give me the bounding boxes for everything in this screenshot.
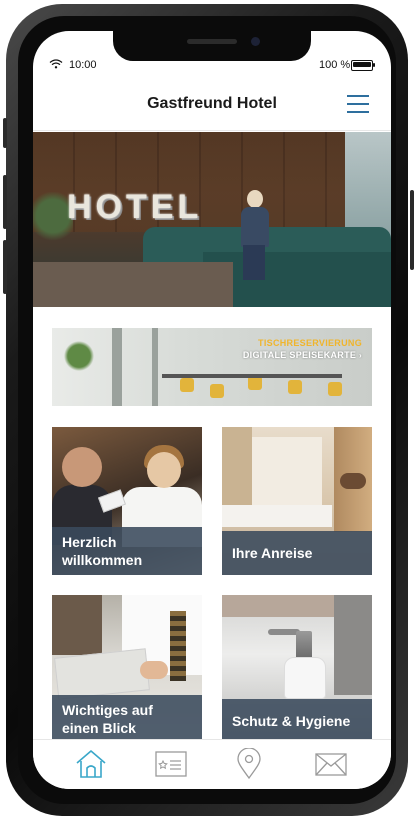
hamburger-menu-icon[interactable] bbox=[347, 94, 369, 114]
volume-down-button bbox=[3, 240, 7, 294]
mute-switch bbox=[3, 118, 7, 148]
tile-protection-hygiene-label: Schutz & Hygiene bbox=[232, 713, 351, 729]
tile-arrival[interactable]: Ihre Anreise bbox=[222, 427, 372, 575]
tile-protection-hygiene[interactable]: Schutz & Hygiene bbox=[222, 595, 372, 743]
battery-percent: 100 % bbox=[319, 59, 351, 71]
hero-image: HOTEL bbox=[33, 132, 391, 307]
power-button bbox=[410, 190, 414, 270]
location-pin-icon[interactable] bbox=[231, 747, 267, 780]
guest-figure bbox=[239, 190, 271, 280]
speaker-grill bbox=[187, 39, 237, 44]
tile-welcome-label-line2: willkommen bbox=[62, 552, 143, 568]
tile-welcome-label-line1: Herzlich bbox=[62, 534, 117, 550]
ticket-icon[interactable] bbox=[153, 748, 189, 780]
front-camera bbox=[251, 37, 260, 46]
tile-important-info[interactable]: Wichtiges auf einen Blick bbox=[52, 595, 202, 743]
tile-important-info-label-line2: einen Blick bbox=[62, 720, 136, 736]
banner-line-2: DIGITALE SPEISEKARTE › bbox=[243, 350, 362, 360]
page-title: Gastfreund Hotel bbox=[147, 95, 277, 112]
app-screen: 10:00 100 % Gastfreund Hotel HOTEL TISCH… bbox=[33, 31, 391, 789]
banner-line-1: TISCHRESERVIERUNG bbox=[258, 338, 362, 348]
banner-line-2-text: DIGITALE SPEISEKARTE bbox=[242, 350, 357, 360]
table-reservation-banner[interactable]: TISCHRESERVIERUNG DIGITALE SPEISEKARTE › bbox=[52, 328, 372, 406]
status-time: 10:00 bbox=[69, 59, 97, 71]
notch bbox=[113, 31, 311, 61]
home-icon[interactable] bbox=[73, 748, 109, 780]
hotel-sign: HOTEL bbox=[67, 188, 203, 226]
tile-welcome[interactable]: Herzlich willkommen bbox=[52, 427, 202, 575]
tile-arrival-label: Ihre Anreise bbox=[232, 545, 313, 561]
wifi-icon bbox=[49, 59, 63, 69]
battery-icon bbox=[351, 60, 375, 71]
app-header: Gastfreund Hotel bbox=[33, 78, 391, 131]
volume-up-button bbox=[3, 175, 7, 229]
chevron-right-icon: › bbox=[359, 351, 362, 360]
bottom-navigation bbox=[33, 739, 391, 789]
mail-icon[interactable] bbox=[313, 748, 349, 780]
tile-important-info-label-line1: Wichtiges auf bbox=[62, 702, 153, 718]
